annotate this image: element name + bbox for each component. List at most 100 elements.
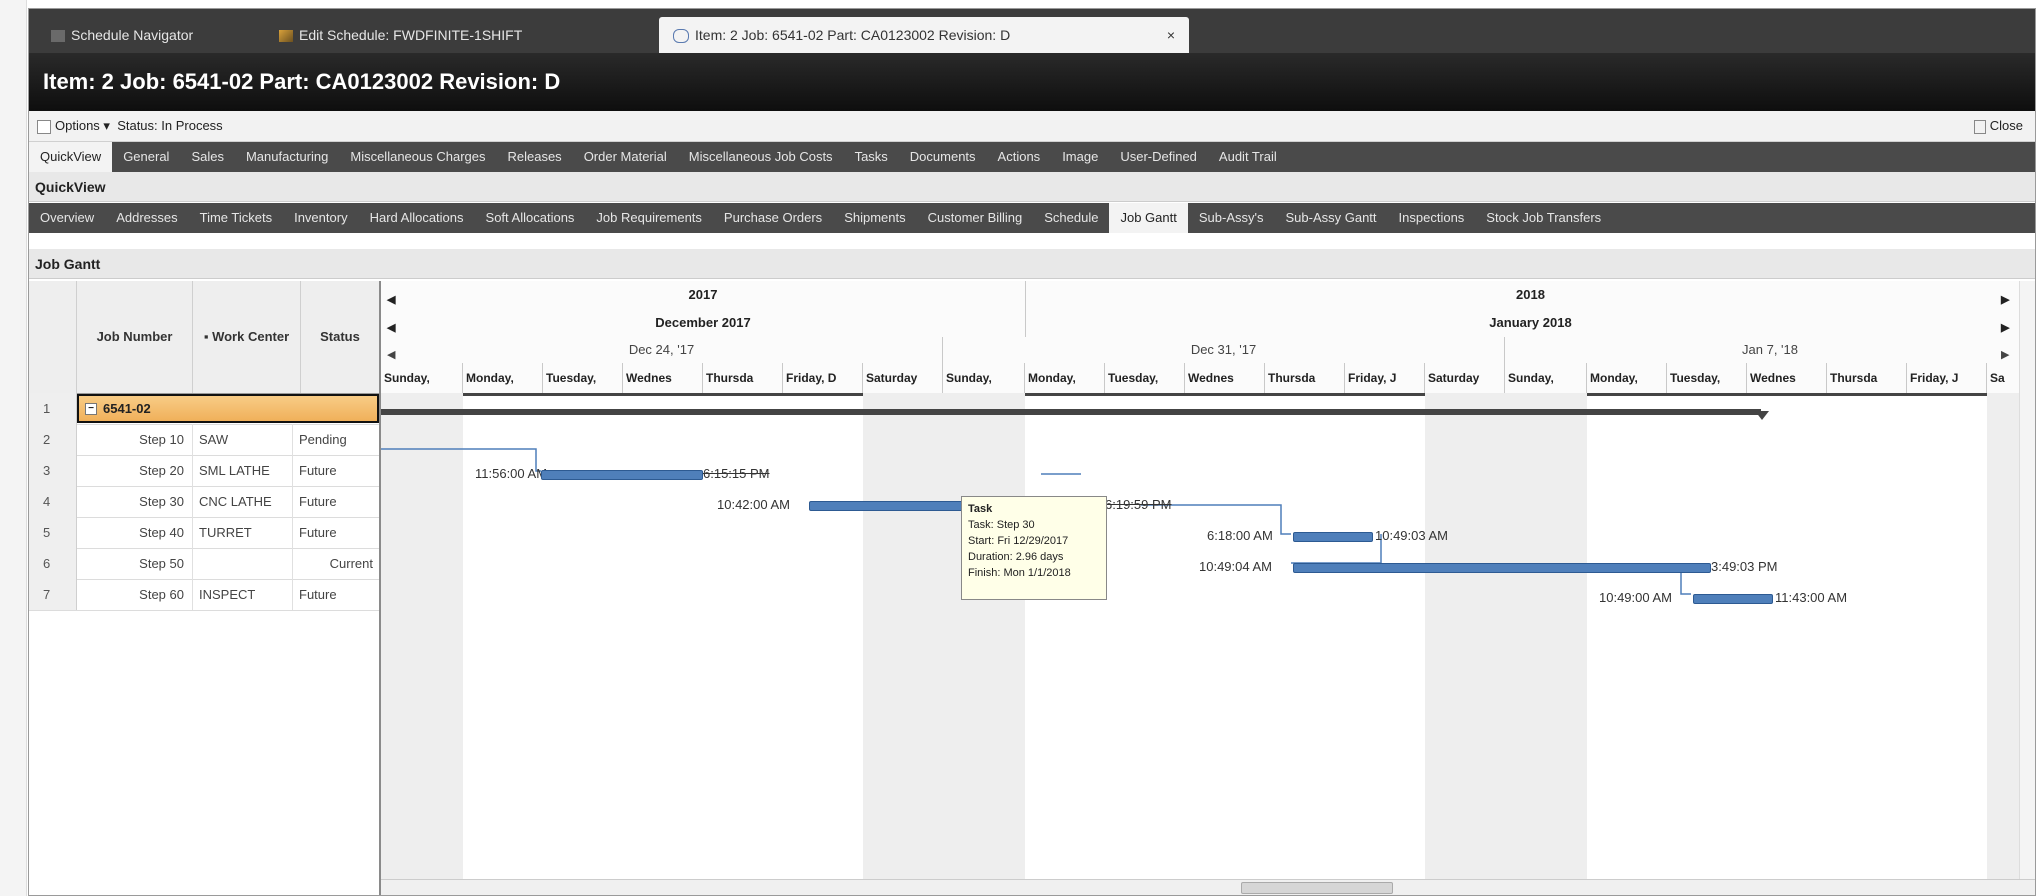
- day-header: Tuesday,: [543, 363, 623, 393]
- tab-audit-trail[interactable]: Audit Trail: [1208, 142, 1288, 172]
- status-cell: Future: [299, 463, 337, 478]
- day-header: Monday,: [463, 363, 543, 393]
- scrollbar-thumb[interactable]: [1241, 882, 1393, 894]
- options-menu[interactable]: Options ▾ Status: In Process: [37, 111, 223, 141]
- column-header-status[interactable]: Status: [301, 281, 379, 393]
- table-row[interactable]: 5 Step 40 TURRET Future: [29, 517, 379, 549]
- subtab-purchase-orders[interactable]: Purchase Orders: [713, 203, 833, 233]
- navigator-icon: [51, 30, 65, 43]
- doc-tab-schedule-navigator[interactable]: Schedule Navigator: [37, 17, 253, 53]
- task-tooltip: Task Task: Step 30 Start: Fri 12/29/2017…: [961, 496, 1107, 600]
- subtab-job-gantt[interactable]: Job Gantt: [1109, 203, 1188, 233]
- row-number: 2: [29, 424, 77, 455]
- row-number: 7: [29, 579, 77, 610]
- table-row[interactable]: 6 Step 50 Current: [29, 548, 379, 580]
- tab-documents[interactable]: Documents: [899, 142, 987, 172]
- week-jan-7: Jan 7, '18: [1742, 342, 1798, 357]
- day-header: Friday, J: [1907, 363, 1987, 393]
- subtab-overview[interactable]: Overview: [29, 203, 105, 233]
- column-header-job-number[interactable]: Job Number: [77, 281, 193, 393]
- subtab-customer-billing[interactable]: Customer Billing: [917, 203, 1034, 233]
- close-button[interactable]: Close: [1973, 111, 2023, 141]
- day-header: Saturday: [863, 363, 943, 393]
- tab-image[interactable]: Image: [1051, 142, 1109, 172]
- job-cell: Step 60: [77, 579, 193, 610]
- doc-tab-label: Item: 2 Job: 6541-02 Part: CA0123002 Rev…: [695, 27, 1011, 43]
- month-header-row: ◀ December 2017 January 2018 ▶: [381, 309, 2035, 338]
- day-header: Sunday,: [943, 363, 1025, 393]
- page-title: Item: 2 Job: 6541-02 Part: CA0123002 Rev…: [29, 53, 2035, 111]
- collapse-icon[interactable]: −: [85, 403, 97, 415]
- tab-quickview[interactable]: QuickView: [29, 142, 113, 172]
- day-header: Monday,: [1025, 363, 1105, 393]
- status-text: Status: In Process: [117, 118, 223, 133]
- subtab-soft-allocations[interactable]: Soft Allocations: [475, 203, 586, 233]
- subtab-sub-assys[interactable]: Sub-Assy's: [1188, 203, 1275, 233]
- subtab-stock-job-transfers[interactable]: Stock Job Transfers: [1475, 203, 1612, 233]
- subtab-schedule[interactable]: Schedule: [1033, 203, 1109, 233]
- edit-icon: [279, 30, 293, 43]
- tab-actions[interactable]: Actions: [987, 142, 1052, 172]
- quickview-label: QuickView: [29, 172, 2035, 202]
- table-row-group[interactable]: 1 − 6541-02: [29, 393, 379, 425]
- table-row[interactable]: 2 Step 10 SAW Pending: [29, 424, 379, 456]
- tab-misc-charges[interactable]: Miscellaneous Charges: [339, 142, 496, 172]
- vertical-scrollbar[interactable]: [2019, 281, 2035, 879]
- day-header: Tuesday,: [1667, 363, 1747, 393]
- subtab-addresses[interactable]: Addresses: [105, 203, 188, 233]
- options-bar: Options ▾ Status: In Process Close: [29, 111, 2035, 142]
- status-cell: Pending: [299, 432, 347, 447]
- task-bar-step40[interactable]: [1293, 563, 1711, 573]
- work-center-cell: [193, 548, 293, 579]
- row-number: 1: [29, 393, 77, 424]
- weekend-shade: [381, 393, 463, 895]
- day-header: Thursda: [1827, 363, 1907, 393]
- job-summary-bar[interactable]: [381, 409, 1761, 415]
- binoculars-icon: [673, 29, 689, 44]
- work-center-cell: CNC LATHE: [193, 486, 293, 517]
- month-january-2018: January 2018: [1489, 315, 1572, 330]
- week-header-row: ◀ Dec 24, '17 Dec 31, '17 Jan 7, '18 ▶: [381, 337, 2035, 364]
- step30-start-label: 6:18:00 AM: [1207, 528, 1273, 543]
- tab-misc-job-costs[interactable]: Miscellaneous Job Costs: [678, 142, 844, 172]
- task-bar-step10[interactable]: [541, 470, 703, 480]
- doc-tab-item[interactable]: Item: 2 Job: 6541-02 Part: CA0123002 Rev…: [659, 17, 1189, 53]
- task-bar-step60[interactable]: [1693, 594, 1773, 604]
- subtab-sub-assy-gantt[interactable]: Sub-Assy Gantt: [1274, 203, 1387, 233]
- table-row[interactable]: 4 Step 30 CNC LATHE Future: [29, 486, 379, 518]
- subtab-inventory[interactable]: Inventory: [283, 203, 358, 233]
- options-label: Options ▾: [55, 118, 110, 133]
- close-label: Close: [1989, 118, 2023, 133]
- tab-tasks[interactable]: Tasks: [844, 142, 899, 172]
- subtab-inspections[interactable]: Inspections: [1388, 203, 1476, 233]
- tab-general[interactable]: General: [112, 142, 180, 172]
- row-number: 6: [29, 548, 77, 579]
- tab-sales[interactable]: Sales: [180, 142, 235, 172]
- tab-order-material[interactable]: Order Material: [573, 142, 678, 172]
- tab-manufacturing[interactable]: Manufacturing: [235, 142, 339, 172]
- status-cell: Future: [299, 494, 337, 509]
- close-tab-icon[interactable]: ×: [1167, 17, 1175, 53]
- tooltip-finish: Finish: Mon 1/1/2018: [968, 567, 1071, 579]
- step50-end-label: 11:43:00 AM: [1775, 590, 1848, 605]
- subtab-shipments[interactable]: Shipments: [833, 203, 916, 233]
- table-row[interactable]: 3 Step 20 SML LATHE Future: [29, 455, 379, 487]
- tooltip-task: Task: Step 30: [968, 519, 1035, 531]
- main-tab-bar: QuickView General Sales Manufacturing Miscel…: [29, 142, 2035, 172]
- horizontal-scrollbar[interactable]: [381, 879, 2035, 895]
- subtab-time-tickets[interactable]: Time Tickets: [189, 203, 283, 233]
- group-row-6541-02[interactable]: − 6541-02: [77, 394, 379, 423]
- task-bar-step30[interactable]: [1293, 532, 1373, 542]
- status-cell: Future: [299, 587, 337, 602]
- subtab-job-requirements[interactable]: Job Requirements: [585, 203, 713, 233]
- subtab-hard-allocations[interactable]: Hard Allocations: [359, 203, 475, 233]
- doc-tab-edit-schedule[interactable]: Edit Schedule: FWDFINITE-1SHIFT: [265, 17, 655, 53]
- tab-user-defined[interactable]: User-Defined: [1109, 142, 1208, 172]
- table-row[interactable]: 7 Step 60 INSPECT Future: [29, 579, 379, 611]
- column-header-work-center[interactable]: ▪ Work Center: [193, 281, 301, 393]
- left-edge-strip: [0, 0, 27, 896]
- gantt-chart[interactable]: ◀ 2017 2018 ▶ ◀ December 2017 January 20…: [381, 281, 2035, 895]
- tab-releases[interactable]: Releases: [496, 142, 572, 172]
- weekend-shade: [863, 393, 1025, 895]
- step40-end-label: 3:49:03 PM: [1711, 559, 1778, 574]
